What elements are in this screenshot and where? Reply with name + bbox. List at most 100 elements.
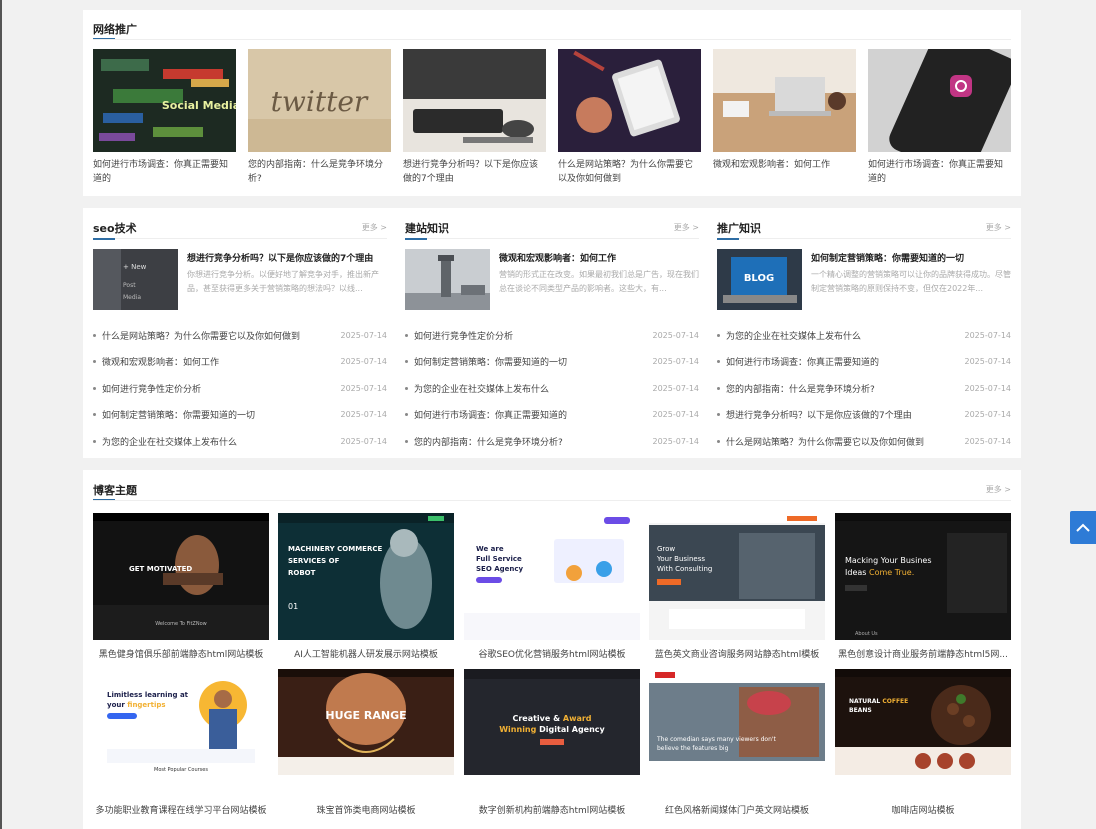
list-item[interactable]: 为您的企业在社交媒体上发布什么 2025-07-14 [717,322,1011,349]
more-link[interactable]: 更多 > [362,222,387,233]
promo-caption[interactable]: 您的内部指南：什么是竞争环境分析? [248,158,391,186]
theme-caption[interactable]: 谷歌SEO优化营销服务html网站模板 [464,647,640,660]
svg-text:About Us: About Us [855,631,878,637]
theme-thumbnail[interactable]: HUGE RANGE [278,669,454,775]
theme-thumbnail[interactable]: Limitless learning at your fingertips Mo… [93,669,269,775]
theme-caption[interactable]: 黑色健身馆俱乐部前端静态html网站模板 [93,647,269,660]
promo-card[interactable]: 如何进行市场调查：你真正需要知道的 [868,49,1011,186]
featured-thumbnail[interactable] [405,249,490,310]
promo-caption[interactable]: 如何进行市场调查：你真正需要知道的 [868,158,1011,186]
promo-caption[interactable]: 如何进行市场调查：你真正需要知道的 [93,158,236,186]
list-item-title[interactable]: 如何制定营销策略：你需要知道的一切 [414,355,653,368]
list-item[interactable]: 您的内部指南：什么是竞争环境分析? 2025-07-14 [405,428,699,455]
featured-title[interactable]: 如何制定营销策略：你需要知道的一切 [811,251,1011,264]
theme-card[interactable]: Grow Your Business With Consulting 蓝色英文商… [649,513,825,660]
list-item[interactable]: 什么是网站策略？为什么你需要它以及你如何做到 2025-07-14 [717,428,1011,455]
theme-thumbnail[interactable]: Creative & Award Winning Digital Agency [464,669,640,775]
promo-card[interactable]: Social Media 如何进行市场调查：你真正需要知道的 [93,49,236,186]
bullet [717,413,720,417]
list-item[interactable]: 您的内部指南：什么是竞争环境分析? 2025-07-14 [717,375,1011,402]
theme-caption[interactable]: AI人工智能机器人研发展示网站模板 [278,647,454,660]
promo-card[interactable]: 什么是网站策略？为什么你需要它以及你如何做到 [558,49,701,186]
featured-title[interactable]: 微观和宏观影响者：如何工作 [499,251,699,264]
theme-card[interactable]: We are Full Service SEO Agency 谷歌SEO优化营销… [464,513,640,660]
theme-card[interactable]: NATURAL COFFEE BEANS 咖啡店网站模板 [835,669,1011,816]
more-link[interactable]: 更多 > [986,484,1011,495]
list-item-title[interactable]: 为您的企业在社交媒体上发布什么 [726,329,965,342]
theme-card[interactable]: The comedian says many viewers don't bel… [649,669,825,816]
theme-caption[interactable]: 多功能职业教育课程在线学习平台网站模板 [93,803,269,816]
theme-thumbnail[interactable]: GET MOTIVATED Welcome To FitZNow [93,513,269,640]
promo-card[interactable]: 想进行竞争分析吗？以下是你应该做的7个理由 [403,49,546,186]
list-item-title[interactable]: 如何制定营销策略：你需要知道的一切 [102,408,341,421]
promo-card[interactable]: twitter 您的内部指南：什么是竞争环境分析? [248,49,391,186]
list-item-title[interactable]: 微观和宏观影响者：如何工作 [102,355,341,368]
theme-card[interactable]: Macking Your Busines Ideas Come True. Ab… [835,513,1011,660]
svg-text:NATURAL COFFEE: NATURAL COFFEE [849,698,908,705]
list-item[interactable]: 微观和宏观影响者：如何工作 2025-07-14 [93,349,387,376]
list-item-date: 2025-07-14 [964,410,1012,420]
featured-thumbnail[interactable]: + New Post Media [93,249,178,310]
list-item-title[interactable]: 您的内部指南：什么是竞争环境分析? [726,382,965,395]
bullet [405,386,408,390]
promo-thumbnail[interactable] [713,49,856,152]
list-item[interactable]: 如何进行竞争性定价分析 2025-07-14 [405,322,699,349]
list-item-date: 2025-07-14 [652,330,700,340]
promo-thumbnail[interactable]: Social Media [93,49,236,152]
theme-thumbnail[interactable]: Macking Your Busines Ideas Come True. Ab… [835,513,1011,640]
list-item-title[interactable]: 什么是网站策略？为什么你需要它以及你如何做到 [102,329,341,342]
list-item[interactable]: 如何制定营销策略：你需要知道的一切 2025-07-14 [93,402,387,429]
promo-thumbnail[interactable] [403,49,546,152]
theme-caption[interactable]: 数字创新机构前端静态html网站模板 [464,803,640,816]
promo-thumbnail[interactable]: twitter [248,49,391,152]
featured-title[interactable]: 想进行竞争分析吗？以下是你应该做的7个理由 [187,251,387,264]
list-item-title[interactable]: 为您的企业在社交媒体上发布什么 [414,382,653,395]
list-item[interactable]: 如何制定营销策略：你需要知道的一切 2025-07-14 [405,349,699,376]
promo-card[interactable]: 微观和宏观影响者：如何工作 [713,49,856,186]
theme-caption[interactable]: 蓝色英文商业咨询服务网站静态html模板 [649,647,825,660]
list-item[interactable]: 如何进行竞争性定价分析 2025-07-14 [93,375,387,402]
theme-caption[interactable]: 珠宝首饰类电商网站模板 [278,803,454,816]
list-item-title[interactable]: 如何进行竞争性定价分析 [414,329,653,342]
list-item[interactable]: 为您的企业在社交媒体上发布什么 2025-07-14 [93,428,387,455]
theme-card[interactable]: Limitless learning at your fingertips Mo… [93,669,269,816]
theme-caption[interactable]: 咖啡店网站模板 [835,803,1011,816]
promo-thumbnail[interactable] [558,49,701,152]
theme-thumbnail[interactable]: MACHINERY COMMERCE SERVICES OF ROBOT 01 [278,513,454,640]
theme-caption[interactable]: 黑色创意设计商业服务前端静态html5网... [835,647,1011,660]
back-to-top-button[interactable] [1070,511,1096,544]
promo-caption[interactable]: 什么是网站策略？为什么你需要它以及你如何做到 [558,158,701,186]
theme-card[interactable]: MACHINERY COMMERCE SERVICES OF ROBOT 01 … [278,513,454,660]
theme-thumbnail[interactable]: NATURAL COFFEE BEANS [835,669,1011,775]
theme-thumbnail[interactable]: We are Full Service SEO Agency [464,513,640,640]
list-item[interactable]: 什么是网站策略？为什么你需要它以及你如何做到 2025-07-14 [93,322,387,349]
svg-text:your fingertips: your fingertips [107,701,166,709]
list-item-title[interactable]: 为您的企业在社交媒体上发布什么 [102,435,341,448]
svg-text:Welcome To FitZNow: Welcome To FitZNow [155,621,207,627]
theme-card[interactable]: Creative & Award Winning Digital Agency … [464,669,640,816]
promo-caption[interactable]: 想进行竞争分析吗？以下是你应该做的7个理由 [403,158,546,186]
promo-caption[interactable]: 微观和宏观影响者：如何工作 [713,158,856,186]
list-item[interactable]: 如何进行市场调查：你真正需要知道的 2025-07-14 [717,349,1011,376]
promo-thumbnail[interactable] [868,49,1011,152]
theme-thumbnail[interactable]: The comedian says many viewers don't bel… [649,669,825,775]
svg-text:Winning Digital Agency: Winning Digital Agency [499,725,605,734]
list-item-title[interactable]: 您的内部指南：什么是竞争环境分析? [414,435,653,448]
list-item-title[interactable]: 想进行竞争分析吗？以下是你应该做的7个理由 [726,408,965,421]
list-item[interactable]: 为您的企业在社交媒体上发布什么 2025-07-14 [405,375,699,402]
list-item[interactable]: 如何进行市场调查：你真正需要知道的 2025-07-14 [405,402,699,429]
more-link[interactable]: 更多 > [674,222,699,233]
more-link[interactable]: 更多 > [986,222,1011,233]
list-item-date: 2025-07-14 [340,410,388,420]
bullet [93,386,96,390]
theme-thumbnail[interactable]: Grow Your Business With Consulting [649,513,825,640]
featured-thumbnail[interactable]: BLOG [717,249,802,310]
theme-caption[interactable]: 红色风格新闻媒体门户英文网站模板 [649,803,825,816]
list-item-title[interactable]: 如何进行市场调查：你真正需要知道的 [414,408,653,421]
list-item-title[interactable]: 如何进行竞争性定价分析 [102,382,341,395]
list-item-title[interactable]: 什么是网站策略？为什么你需要它以及你如何做到 [726,435,965,448]
theme-card[interactable]: HUGE RANGE 珠宝首饰类电商网站模板 [278,669,454,816]
theme-card[interactable]: GET MOTIVATED Welcome To FitZNow 黑色健身馆俱乐… [93,513,269,660]
list-item-title[interactable]: 如何进行市场调查：你真正需要知道的 [726,355,965,368]
list-item[interactable]: 想进行竞争分析吗？以下是你应该做的7个理由 2025-07-14 [717,402,1011,429]
